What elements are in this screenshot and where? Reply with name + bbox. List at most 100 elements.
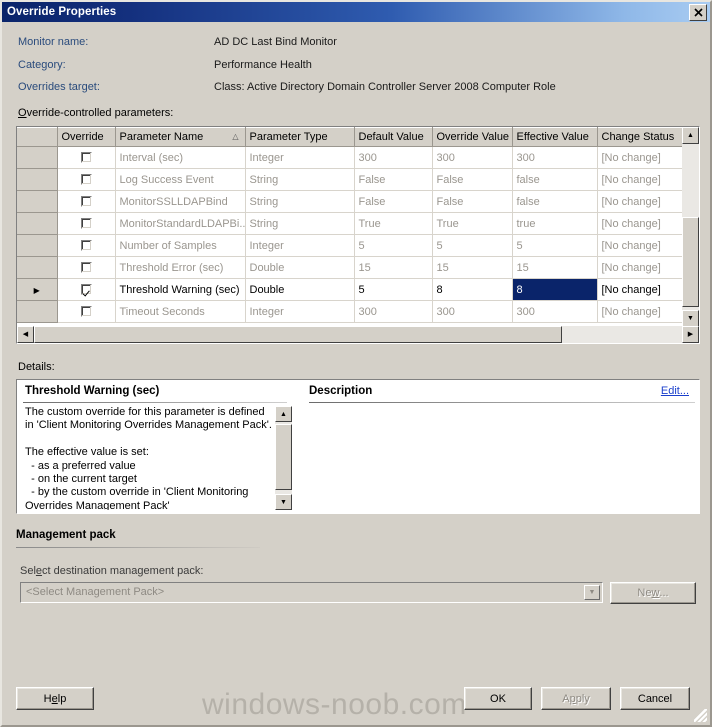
effective-value-cell[interactable]: 8 xyxy=(512,278,598,301)
override-value-cell[interactable]: 300 xyxy=(432,146,513,169)
row-selector-cell[interactable] xyxy=(17,300,58,323)
cancel-button[interactable]: Cancel xyxy=(620,687,690,710)
col-parameter-name[interactable]: Parameter Name △ xyxy=(115,127,246,147)
row-selector-cell[interactable] xyxy=(17,256,58,279)
table-row[interactable]: Number of Samples Integer 5 5 5 [No change] xyxy=(17,234,683,257)
change-status-cell[interactable]: [No change] xyxy=(597,300,683,323)
close-icon[interactable] xyxy=(689,4,707,21)
details-scroll-up-icon[interactable]: ▲ xyxy=(275,406,292,422)
default-value-cell[interactable]: 5 xyxy=(354,278,433,301)
grid-horizontal-scrollbar[interactable]: ◀ ▶ xyxy=(17,326,699,343)
details-vscroll-thumb[interactable] xyxy=(275,424,292,490)
effective-value-cell[interactable]: 5 xyxy=(512,234,598,257)
table-row[interactable]: Log Success Event String False False false [N… xyxy=(17,168,683,191)
default-value-cell[interactable]: True xyxy=(354,212,433,235)
parameter-type-cell[interactable]: Double xyxy=(245,256,355,279)
override-checkbox-cell[interactable] xyxy=(57,278,116,301)
default-value-cell[interactable]: False xyxy=(354,190,433,213)
override-value-cell[interactable]: 8 xyxy=(432,278,513,301)
override-value-cell[interactable]: False xyxy=(432,190,513,213)
chevron-down-icon[interactable]: ▼ xyxy=(584,585,600,600)
effective-value-cell[interactable]: 300 xyxy=(512,146,598,169)
override-checkbox[interactable] xyxy=(80,174,92,186)
help-button[interactable]: He lp xyxy=(16,687,94,710)
management-pack-combobox[interactable]: <Select Management Pack> ▼ xyxy=(20,582,603,603)
details-vertical-scrollbar[interactable]: ▲ ▼ xyxy=(275,406,292,510)
override-checkbox[interactable] xyxy=(80,152,92,164)
table-row[interactable]: Timeout Seconds Integer 300 300 300 [No chang… xyxy=(17,300,683,323)
title-bar[interactable]: Override Properties xyxy=(2,2,710,22)
col-parameter-type[interactable]: Parameter Type xyxy=(245,127,355,147)
table-row[interactable]: MonitorSSLLDAPBind String False False false[… xyxy=(17,190,683,213)
row-selector-cell[interactable] xyxy=(17,146,58,169)
resize-grip-icon[interactable] xyxy=(694,709,707,722)
override-checkbox[interactable] xyxy=(80,306,92,318)
parameter-name-cell[interactable]: Threshold Warning (sec) xyxy=(115,278,246,301)
change-status-cell[interactable]: [No change] xyxy=(597,278,683,301)
effective-value-cell[interactable]: false xyxy=(512,168,598,191)
parameter-type-cell[interactable]: String xyxy=(245,212,355,235)
override-checkbox-cell[interactable] xyxy=(57,212,116,235)
change-status-cell[interactable]: [No change] xyxy=(597,256,683,279)
details-scroll-down-icon[interactable]: ▼ xyxy=(275,494,292,510)
parameter-name-cell[interactable]: Number of Samples xyxy=(115,234,246,257)
grid-vertical-scrollbar[interactable]: ▲ ▼ xyxy=(682,127,699,327)
parameter-type-cell[interactable]: Integer xyxy=(245,300,355,323)
scroll-left-icon[interactable]: ◀ xyxy=(17,326,34,343)
parameter-name-cell[interactable]: Threshold Error (sec) xyxy=(115,256,246,279)
row-selector-cell[interactable] xyxy=(17,168,58,191)
parameter-name-cell[interactable]: MonitorSSLLDAPBind xyxy=(115,190,246,213)
default-value-cell[interactable]: 300 xyxy=(354,146,433,169)
effective-value-cell[interactable]: 15 xyxy=(512,256,598,279)
table-row[interactable]: MonitorStandardLDAPBi... String True True tr… xyxy=(17,212,683,235)
override-checkbox[interactable] xyxy=(80,218,92,230)
row-selector-cell[interactable] xyxy=(17,234,58,257)
col-override[interactable]: Override xyxy=(57,127,116,147)
row-selector-cell[interactable]: ▶ xyxy=(17,278,58,301)
table-row[interactable]: ▶ Threshold Warning (sec) Double 5 8 8 [No cha… xyxy=(17,278,683,301)
change-status-cell[interactable]: [No change] xyxy=(597,190,683,213)
col-rowselector[interactable] xyxy=(17,127,58,147)
override-value-cell[interactable]: 300 xyxy=(432,300,513,323)
override-checkbox-cell[interactable] xyxy=(57,146,116,169)
table-row[interactable]: Threshold Error (sec) Double 15 15 15 [No cha… xyxy=(17,256,683,279)
override-checkbox-cell[interactable] xyxy=(57,300,116,323)
edit-link[interactable]: Edit... xyxy=(661,385,689,397)
parameter-type-cell[interactable]: Integer xyxy=(245,146,355,169)
default-value-cell[interactable]: False xyxy=(354,168,433,191)
parameter-name-cell[interactable]: Interval (sec) xyxy=(115,146,246,169)
apply-button[interactable]: Ap ply xyxy=(541,687,611,710)
override-checkbox[interactable] xyxy=(80,284,92,296)
ok-button[interactable]: OK xyxy=(464,687,532,710)
grid-vscroll-thumb[interactable] xyxy=(682,217,699,307)
change-status-cell[interactable]: [No change] xyxy=(597,146,683,169)
change-status-cell[interactable]: [No change] xyxy=(597,234,683,257)
parameter-name-cell[interactable]: Log Success Event xyxy=(115,168,246,191)
col-effective-value[interactable]: Effective Value xyxy=(512,127,598,147)
col-default-value[interactable]: Default Value xyxy=(354,127,433,147)
override-value-cell[interactable]: True xyxy=(432,212,513,235)
effective-value-cell[interactable]: false xyxy=(512,190,598,213)
override-checkbox[interactable] xyxy=(80,262,92,274)
scroll-down-icon[interactable]: ▼ xyxy=(682,310,699,327)
parameter-type-cell[interactable]: String xyxy=(245,168,355,191)
col-change-status[interactable]: Change Status xyxy=(597,127,683,147)
row-selector-cell[interactable] xyxy=(17,190,58,213)
change-status-cell[interactable]: [No change] xyxy=(597,212,683,235)
override-checkbox-cell[interactable] xyxy=(57,190,116,213)
table-row[interactable]: Interval (sec) Integer 300 300 300 [No change… xyxy=(17,146,683,169)
override-value-cell[interactable]: 15 xyxy=(432,256,513,279)
default-value-cell[interactable]: 15 xyxy=(354,256,433,279)
effective-value-cell[interactable]: 300 xyxy=(512,300,598,323)
parameter-type-cell[interactable]: Double xyxy=(245,278,355,301)
scroll-right-icon[interactable]: ▶ xyxy=(682,326,699,343)
override-checkbox-cell[interactable] xyxy=(57,234,116,257)
parameter-name-cell[interactable]: Timeout Seconds xyxy=(115,300,246,323)
default-value-cell[interactable]: 5 xyxy=(354,234,433,257)
parameter-type-cell[interactable]: String xyxy=(245,190,355,213)
override-checkbox[interactable] xyxy=(80,240,92,252)
override-checkbox-cell[interactable] xyxy=(57,168,116,191)
parameter-type-cell[interactable]: Integer xyxy=(245,234,355,257)
override-checkbox-cell[interactable] xyxy=(57,256,116,279)
override-value-cell[interactable]: 5 xyxy=(432,234,513,257)
